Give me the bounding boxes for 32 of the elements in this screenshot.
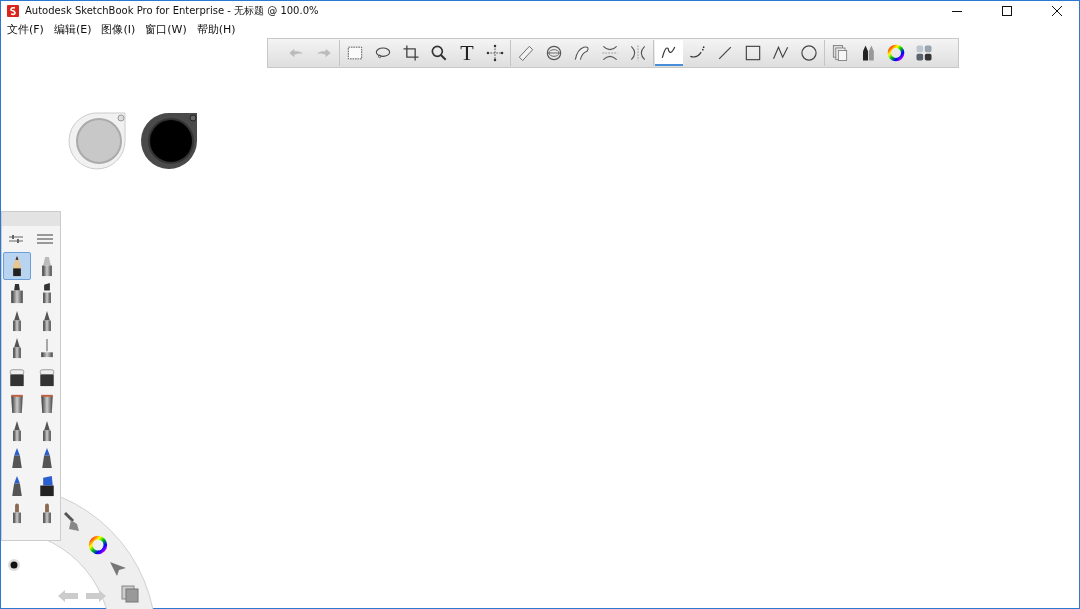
list-view-icon[interactable] [37, 234, 53, 244]
app-logo-icon [7, 5, 19, 17]
freehand-stroke-tool[interactable] [655, 40, 683, 66]
sliders-icon[interactable] [9, 234, 23, 244]
crop-icon [401, 43, 421, 63]
symmetry-icon [628, 43, 648, 63]
layers-icon[interactable] [121, 585, 139, 603]
color-wheel-icon [886, 43, 906, 63]
window-title: Autodesk SketchBook Pro for Enterprise - 无标题 @ 100.0% [25, 4, 320, 18]
brush-button[interactable] [3, 252, 31, 280]
menu-item[interactable]: 文件(F) [7, 21, 44, 37]
menu-item[interactable]: 图像(I) [101, 21, 136, 37]
french-curve-icon [572, 43, 592, 63]
menu-item[interactable]: 窗口(W) [145, 21, 187, 37]
menu-item[interactable]: 编辑(E) [53, 21, 92, 37]
color-wheel-icon[interactable] [87, 534, 109, 556]
ruler-icon [516, 43, 536, 63]
text-tool[interactable]: T [453, 40, 481, 66]
brush-tip-icon [37, 473, 57, 498]
swatches-icon [914, 43, 934, 63]
selection-arrow-icon[interactable] [109, 559, 127, 577]
symmetry-icon [600, 43, 620, 63]
zoom-icon [429, 43, 449, 63]
ellipse-guide-icon [544, 43, 564, 63]
brush-size-dot-icon[interactable] [7, 558, 21, 572]
circle-icon [799, 43, 819, 63]
layers-icon [830, 43, 850, 63]
maximize-icon[interactable] [1002, 6, 1012, 16]
rectangle-icon [743, 43, 763, 63]
menu-item[interactable]: 帮助(H) [196, 21, 236, 37]
close-icon[interactable] [1052, 6, 1062, 16]
move-icon [485, 43, 505, 63]
